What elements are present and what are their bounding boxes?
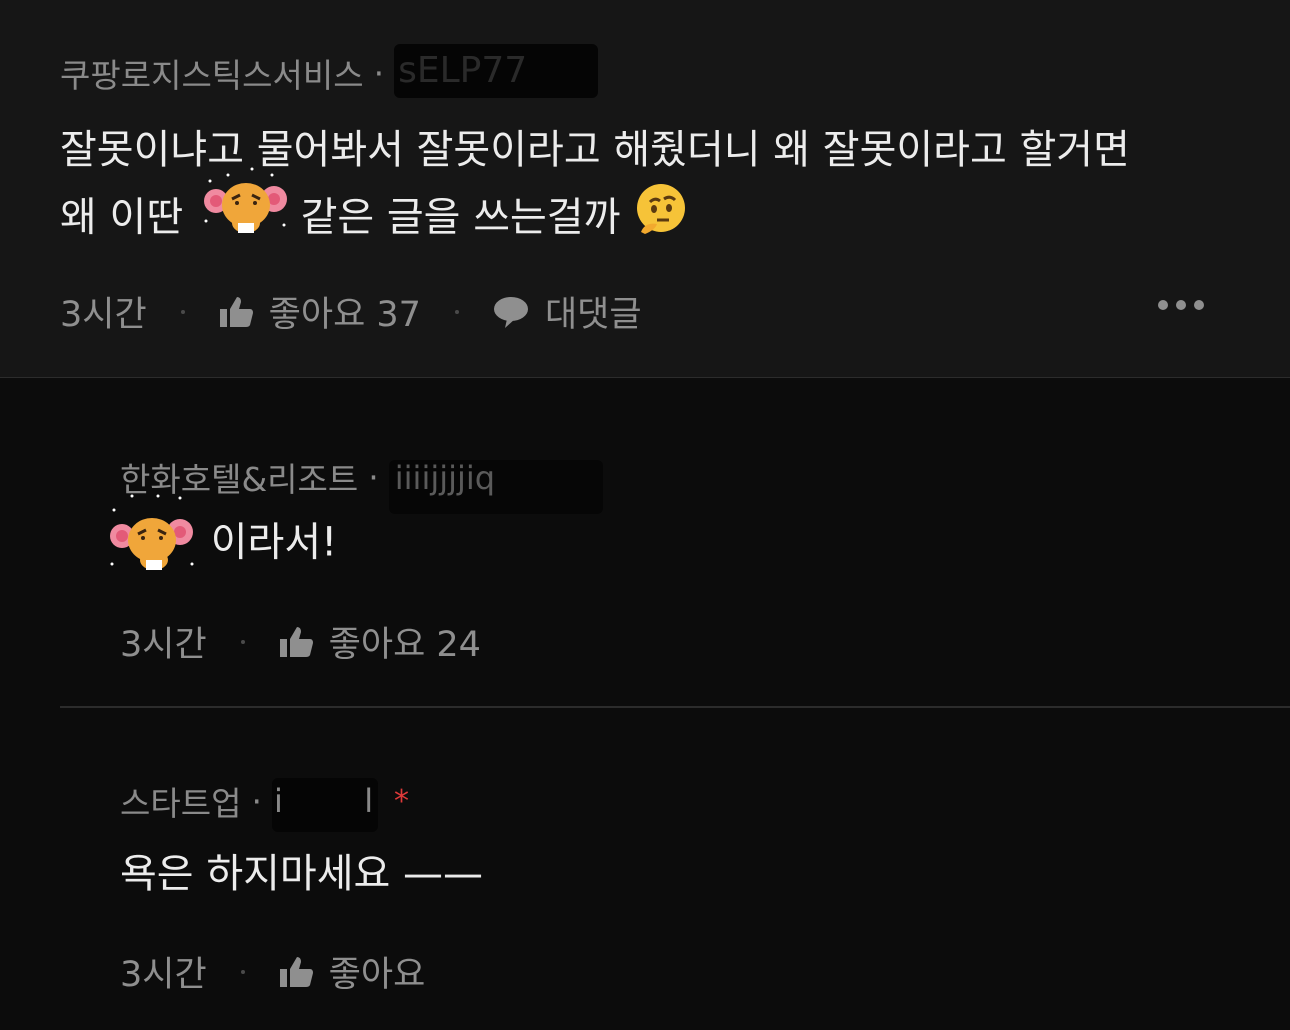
more-dot (1176, 300, 1186, 310)
more-dot (1158, 300, 1168, 310)
comment-actions: 3시간 좋아요 37 대댓글 (60, 286, 642, 337)
thumbs-up-icon[interactable] (279, 955, 315, 989)
username: iiiijjjjiq (394, 460, 496, 497)
reply-body: 이라서! (108, 492, 337, 593)
more-dot (1194, 300, 1204, 310)
ryan-emoticon-icon (202, 165, 288, 254)
reply-text: 이라서! (210, 519, 338, 566)
comment-1: 쿠팡로지스틱스서비스 · sELP77 잘못이냐고 물어봐서 잘못이라고 해줬더… (0, 0, 1290, 378)
author-mark-icon: * (393, 783, 409, 819)
username-redacted: iiiijjjjiq (388, 460, 603, 514)
meta-separator: · (251, 781, 262, 821)
dot-separator (240, 639, 245, 644)
company-name[interactable]: 스타트업 (120, 777, 241, 825)
reply-text: 욕은 하지마세요 —— (120, 851, 484, 897)
comment-author-line: 쿠팡로지스틱스서비스 · sELP77 (60, 44, 599, 98)
like-button[interactable]: 좋아요 (329, 946, 426, 997)
reply-actions: 3시간 좋아요 (120, 946, 425, 997)
reply-author-line: 스타트업 · i l * (120, 770, 409, 832)
comment-body: 잘못이냐고 물어봐서 잘못이라고 해줬더니 왜 잘못이라고 할거면 왜 이딴 같… (60, 118, 1240, 257)
username: sELP77 (398, 50, 528, 91)
reply-button[interactable]: 대댓글 (545, 286, 642, 337)
speech-bubble-icon[interactable] (493, 295, 529, 329)
thumbs-up-icon[interactable] (219, 295, 255, 329)
comment-text-segment: 같은 글을 쓰는걸까 (300, 194, 621, 241)
reply-body: 욕은 하지마세요 —— (120, 842, 483, 906)
reply-divider (60, 706, 1290, 708)
dot-separator (180, 309, 185, 314)
username: i l (273, 782, 374, 820)
meta-separator: · (368, 457, 379, 497)
thumbs-up-icon[interactable] (279, 625, 315, 659)
comment-text-line-2: 왜 이딴 같은 글을 쓰는걸까 (60, 167, 1240, 257)
like-button[interactable]: 좋아요 24 (329, 616, 481, 667)
comment-time: 3시간 (120, 955, 207, 995)
dot-separator (454, 309, 459, 314)
meta-separator: · (373, 53, 385, 93)
like-button[interactable]: 좋아요 37 (269, 286, 421, 337)
company-name[interactable]: 쿠팡로지스틱스서비스 (60, 49, 364, 97)
username-redacted: sELP77 (394, 44, 599, 98)
comment-time: 3시간 (120, 625, 207, 665)
username-redacted: i l (271, 778, 378, 832)
comment-time: 3시간 (60, 295, 147, 335)
dot-separator (240, 969, 245, 974)
thinking-face-emoji-icon (633, 182, 689, 257)
comment-text-segment: 왜 이딴 (60, 194, 184, 241)
more-options-icon[interactable] (1158, 300, 1204, 310)
ryan-emoticon-icon (108, 492, 198, 593)
reply-actions: 3시간 좋아요 24 (120, 616, 481, 667)
